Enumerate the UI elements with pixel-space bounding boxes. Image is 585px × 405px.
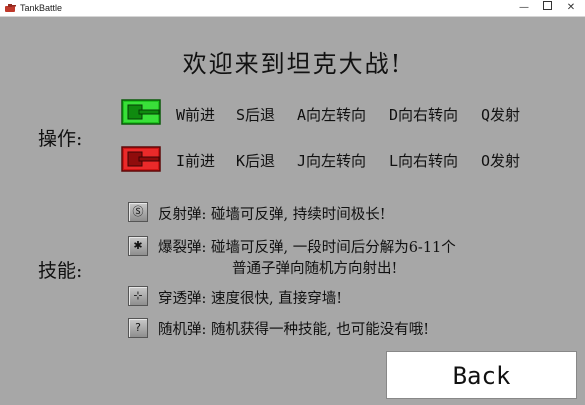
title-bar: TankBattle — ✕	[0, 0, 585, 17]
random-icon: ?	[128, 318, 148, 338]
pierce-icon: ⊹	[128, 286, 148, 306]
red-tank-icon	[121, 146, 161, 172]
maximize-icon	[542, 1, 552, 10]
close-button[interactable]: ✕	[560, 0, 582, 16]
p1-forward-key: W前进	[176, 106, 216, 124]
player1-keys: W前进 S后退 A向左转向 D向右转向 Q发射	[176, 104, 541, 125]
random-skill-text: 随机弹: 随机获得一种技能, 也可能没有哦!	[158, 322, 430, 338]
p1-right-key: D向右转向	[389, 106, 459, 124]
reflect-icon: Ⓢ	[128, 202, 148, 222]
operations-label: 操作:	[38, 128, 83, 150]
green-tank-icon	[121, 99, 161, 125]
explode-skill-text: 爆裂弹: 碰墙可反弹, 一段时间后分解为6-11个	[158, 240, 456, 256]
p1-back-key: S后退	[236, 106, 276, 124]
p2-fire-key: O发射	[481, 152, 521, 170]
explode-skill-text-line2: 普通子弹向随机方向射出!	[232, 261, 398, 277]
app-icon	[5, 4, 16, 12]
welcome-heading: 欢迎来到坦克大战!	[182, 50, 403, 78]
explode-icon: ✱	[128, 236, 148, 256]
minimize-button[interactable]: —	[513, 0, 535, 16]
back-button[interactable]: Back	[386, 351, 577, 399]
player2-keys: I前进 K后退 J向左转向 L向右转向 O发射	[176, 150, 541, 171]
reflect-skill-text: 反射弹: 碰墙可反弹, 持续时间极长!	[158, 207, 386, 223]
pierce-skill-text: 穿透弹: 速度很快, 直接穿墙!	[158, 291, 343, 307]
p2-forward-key: I前进	[176, 152, 216, 170]
p2-back-key: K后退	[236, 152, 276, 170]
p1-left-key: A向左转向	[297, 106, 367, 124]
maximize-button[interactable]	[536, 0, 558, 16]
window-title: TankBattle	[20, 3, 63, 13]
p2-left-key: J向左转向	[297, 152, 367, 170]
skills-label: 技能:	[38, 260, 83, 282]
p1-fire-key: Q发射	[481, 106, 521, 124]
p2-right-key: L向右转向	[389, 152, 459, 170]
